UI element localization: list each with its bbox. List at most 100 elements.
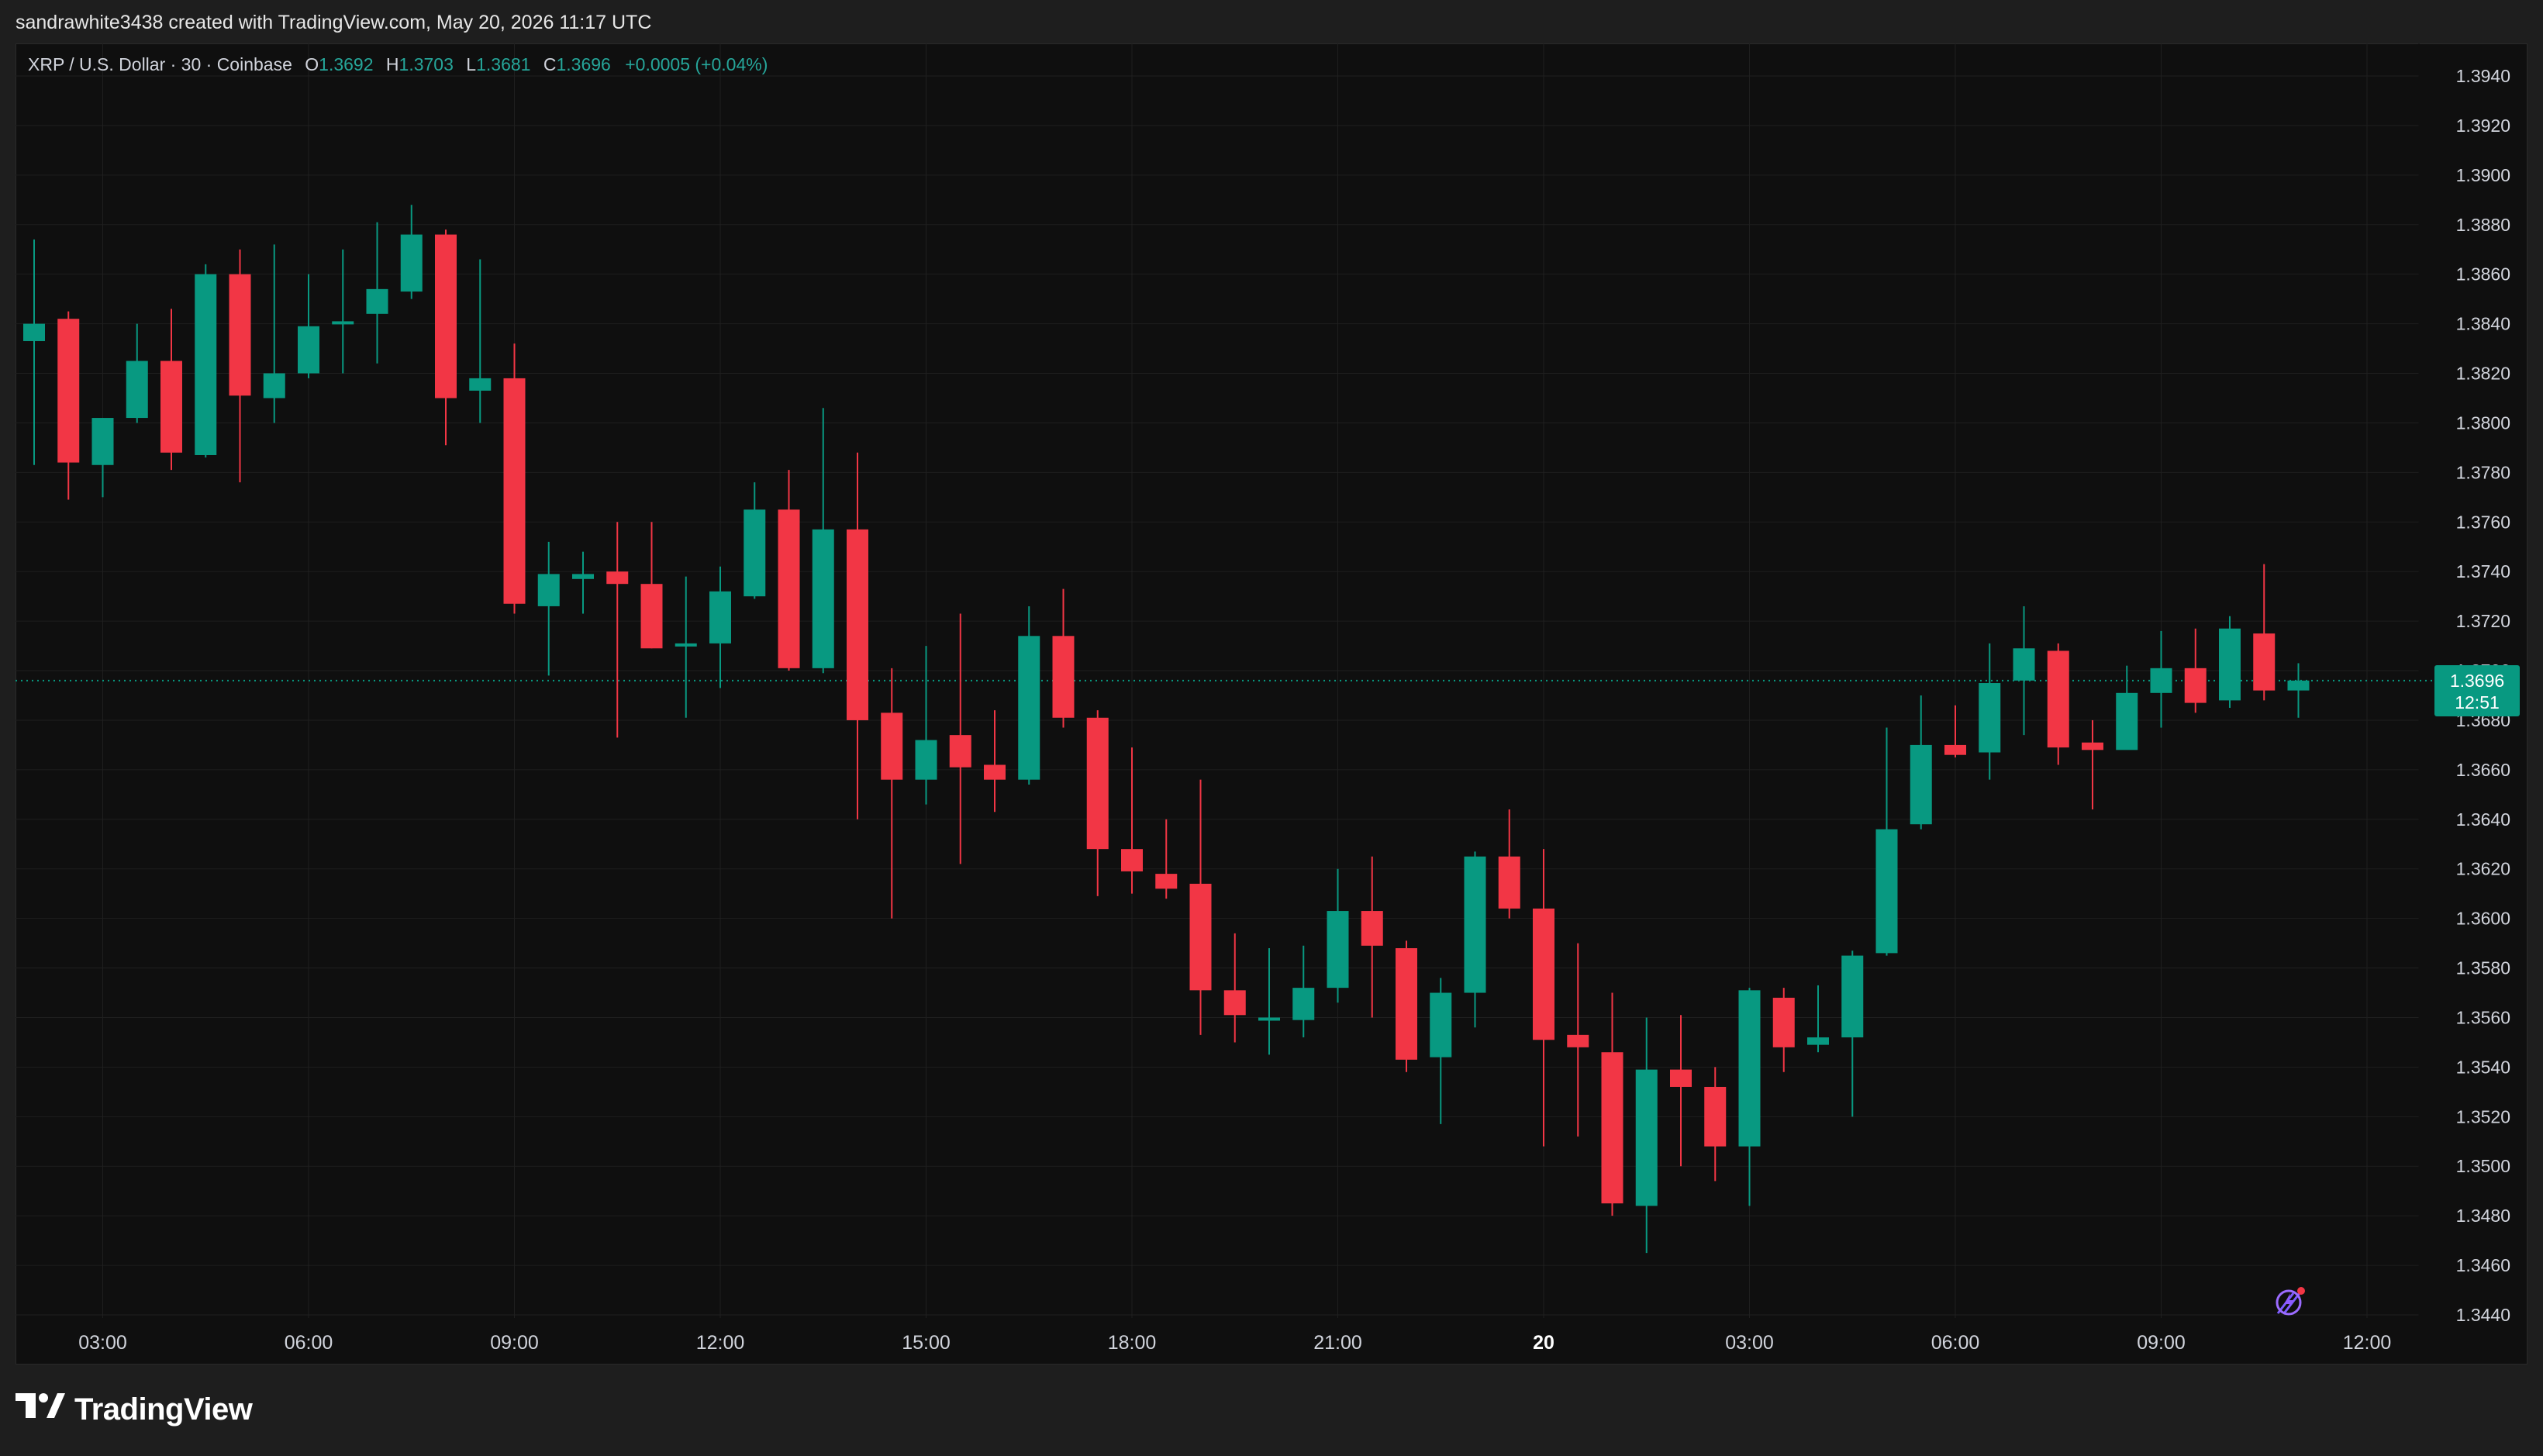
candle-body bbox=[709, 591, 731, 643]
candle-body bbox=[2150, 668, 2172, 693]
candle-body bbox=[366, 288, 388, 314]
y-tick-label: 1.3760 bbox=[2456, 512, 2510, 532]
candle-body bbox=[469, 378, 492, 391]
candle-body bbox=[503, 378, 526, 604]
candle-body bbox=[812, 529, 834, 668]
high-label: H bbox=[385, 54, 399, 74]
close-label: C bbox=[543, 54, 557, 74]
y-tick-label: 1.3840 bbox=[2456, 314, 2510, 334]
candle-body bbox=[1601, 1052, 1623, 1204]
candle-body bbox=[1464, 856, 1486, 993]
low-value: 1.3681 bbox=[476, 54, 531, 74]
candle-body bbox=[435, 234, 457, 399]
candle-body bbox=[2013, 648, 2035, 681]
y-tick-label: 1.3780 bbox=[2456, 462, 2510, 482]
candle-body bbox=[675, 643, 697, 647]
candle-body bbox=[606, 571, 629, 585]
candle-body bbox=[2219, 628, 2241, 701]
x-tick-label: 21:00 bbox=[1313, 1332, 1362, 1354]
tradingview-logo-icon bbox=[16, 1392, 65, 1427]
x-tick-label: 12:00 bbox=[696, 1332, 745, 1354]
y-tick-label: 1.3620 bbox=[2456, 859, 2510, 879]
candle-body bbox=[949, 735, 971, 768]
candle-body bbox=[1841, 955, 1864, 1038]
candle-body bbox=[160, 361, 182, 453]
candle-body bbox=[1189, 883, 1212, 991]
candle-body bbox=[2253, 633, 2276, 691]
candle-body bbox=[1258, 1017, 1280, 1021]
candle-body bbox=[915, 740, 937, 780]
candle-body bbox=[1635, 1069, 1658, 1206]
bar-countdown: 12:51 bbox=[2455, 692, 2500, 712]
candle-body bbox=[984, 764, 1006, 780]
candle-body bbox=[126, 361, 148, 419]
candle-body bbox=[91, 418, 114, 465]
candle-body bbox=[2116, 692, 2138, 750]
candle-body bbox=[1121, 849, 1143, 871]
y-tick-label: 1.3520 bbox=[2456, 1106, 2510, 1127]
candle-body bbox=[1430, 992, 1452, 1057]
y-tick-label: 1.3540 bbox=[2456, 1057, 2510, 1077]
ohlc-legend: XRP / U.S. Dollar · 30 · Coinbase O 1.369… bbox=[28, 54, 768, 75]
candle-body bbox=[1223, 990, 1246, 1016]
candle-body bbox=[332, 321, 354, 325]
open-label: O bbox=[305, 54, 319, 74]
close-value: 1.3696 bbox=[556, 54, 611, 74]
tradingview-logo[interactable]: TradingView bbox=[16, 1383, 253, 1436]
y-tick-label: 1.3940 bbox=[2456, 66, 2510, 86]
candle-body bbox=[23, 323, 45, 341]
candle-body bbox=[229, 274, 251, 396]
candle-body bbox=[263, 373, 285, 399]
x-tick-label: 15:00 bbox=[902, 1332, 951, 1354]
candle-body bbox=[1567, 1034, 1589, 1047]
candle-body bbox=[195, 274, 217, 455]
y-tick-label: 1.3660 bbox=[2456, 760, 2510, 780]
candle-body bbox=[572, 574, 594, 579]
x-tick-label: 03:00 bbox=[78, 1332, 127, 1354]
high-value: 1.3703 bbox=[399, 54, 454, 74]
candle-body bbox=[1533, 908, 1554, 1040]
x-tick-label: 09:00 bbox=[2137, 1332, 2186, 1354]
y-tick-label: 1.3740 bbox=[2456, 561, 2510, 581]
x-tick-label: 06:00 bbox=[1931, 1332, 1980, 1354]
y-tick-label: 1.3880 bbox=[2456, 215, 2510, 235]
candle-body bbox=[57, 319, 80, 463]
candle-body bbox=[1704, 1086, 1727, 1147]
candle-body bbox=[778, 509, 800, 668]
candlestick-chart[interactable]: 1.3940 1.3920 1.3900 1.3880 1.3860 1.3840 1.38… bbox=[0, 0, 2543, 1456]
last-price-value: 1.3696 bbox=[2449, 671, 2505, 691]
x-tick-label: 09:00 bbox=[490, 1332, 539, 1354]
x-tick-label: 18:00 bbox=[1108, 1332, 1157, 1354]
candle-body bbox=[1772, 997, 1795, 1047]
candle-body bbox=[744, 509, 766, 597]
y-tick-label: 1.3640 bbox=[2456, 809, 2510, 830]
candle-body bbox=[298, 326, 319, 374]
y-tick-label: 1.3820 bbox=[2456, 364, 2510, 384]
candle-body bbox=[1018, 636, 1040, 780]
candle-body bbox=[2184, 668, 2207, 703]
x-tick-label: 12:00 bbox=[2343, 1332, 2392, 1354]
candle-body bbox=[1979, 683, 2001, 753]
candle-body bbox=[1155, 874, 1178, 889]
y-tick-label: 1.3920 bbox=[2456, 116, 2510, 136]
candle-body bbox=[847, 529, 868, 720]
candle-body bbox=[1086, 717, 1109, 850]
lightning-icon[interactable] bbox=[2267, 1284, 2310, 1318]
candle-body bbox=[400, 234, 423, 292]
candle-body bbox=[1807, 1037, 1829, 1045]
y-tick-label: 1.3500 bbox=[2456, 1156, 2510, 1176]
y-tick-label: 1.3560 bbox=[2456, 1007, 2510, 1027]
candle-body bbox=[2082, 742, 2103, 750]
symbol-description[interactable]: XRP / U.S. Dollar · 30 · Coinbase bbox=[28, 54, 292, 74]
x-tick-label: 03:00 bbox=[1725, 1332, 1774, 1354]
candle-body bbox=[1361, 911, 1383, 946]
y-tick-label: 1.3580 bbox=[2456, 958, 2510, 978]
change-value: +0.0005 (+0.04%) bbox=[625, 54, 768, 74]
candle-body bbox=[1052, 636, 1075, 718]
y-tick-label: 1.3460 bbox=[2456, 1255, 2510, 1275]
low-label: L bbox=[466, 54, 477, 74]
candle-body bbox=[1396, 947, 1417, 1060]
candle-body bbox=[1670, 1069, 1692, 1087]
candle-body bbox=[640, 584, 663, 649]
candle-body bbox=[1498, 856, 1520, 909]
